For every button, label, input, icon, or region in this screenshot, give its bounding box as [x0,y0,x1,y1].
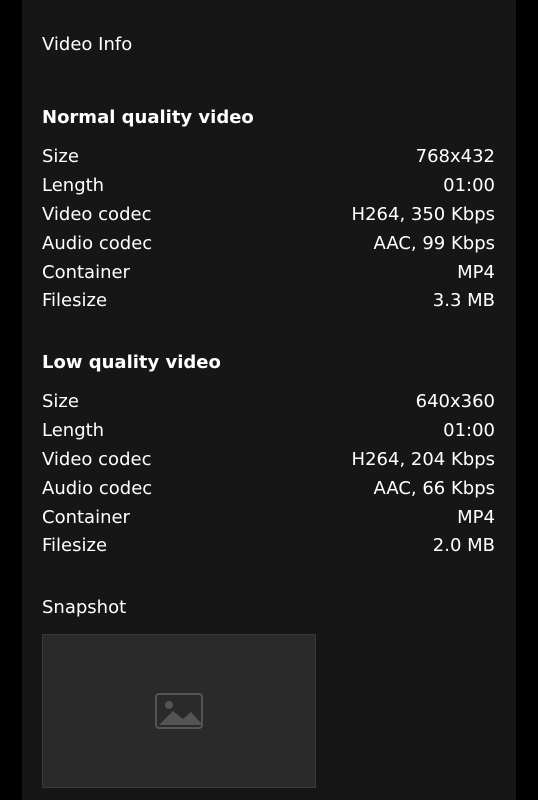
row-label: Container [42,261,130,283]
row-label: Container [42,506,130,528]
video-info-panel: Video Info Normal quality video Size 768x… [22,0,516,800]
table-row: Audio codec AAC, 99 Kbps [42,229,495,258]
row-label: Length [42,175,105,197]
low-quality-table: Size 640x360 Length 01:00 Video codec H264,… [42,388,495,561]
table-row: Container MP4 [42,258,495,287]
row-label: Size [42,146,79,168]
table-row: Video codec H264, 350 Kbps [42,201,495,230]
row-label: Video codec [42,203,152,225]
row-value: 2.0 MB [432,535,495,557]
table-row: Video codec H264, 204 Kbps [42,446,495,475]
table-row: Size 768x432 [42,143,495,172]
row-value: 640x360 [415,391,495,413]
row-value: 3.3 MB [432,290,495,312]
row-label: Size [42,391,79,413]
table-row: Filesize 2.0 MB [42,532,495,561]
image-placeholder-icon [155,693,203,729]
table-row: Length 01:00 [42,172,495,201]
row-value: MP4 [457,506,495,528]
table-row: Audio codec AAC, 66 Kbps [42,474,495,503]
table-row: Length 01:00 [42,417,495,446]
row-value: 01:00 [443,420,495,442]
row-label: Video codec [42,448,152,470]
table-row: Filesize 3.3 MB [42,287,495,316]
row-value: MP4 [457,261,495,283]
row-value: 01:00 [443,175,495,197]
row-label: Audio codec [42,477,153,499]
normal-quality-heading: Normal quality video [42,107,254,128]
low-quality-heading: Low quality video [42,352,221,373]
row-label: Length [42,420,105,442]
row-label: Audio codec [42,232,153,254]
page-title: Video Info [42,34,133,55]
row-value: AAC, 99 Kbps [373,232,495,254]
row-value: H264, 204 Kbps [351,448,495,470]
row-value: 768x432 [415,146,495,168]
normal-quality-table: Size 768x432 Length 01:00 Video codec H264,… [42,143,495,316]
row-label: Filesize [42,535,108,557]
row-label: Filesize [42,290,108,312]
row-value: H264, 350 Kbps [351,203,495,225]
snapshot-placeholder[interactable] [42,634,316,788]
row-value: AAC, 66 Kbps [373,477,495,499]
table-row: Size 640x360 [42,388,495,417]
table-row: Container MP4 [42,503,495,532]
snapshot-heading: Snapshot [42,597,127,618]
